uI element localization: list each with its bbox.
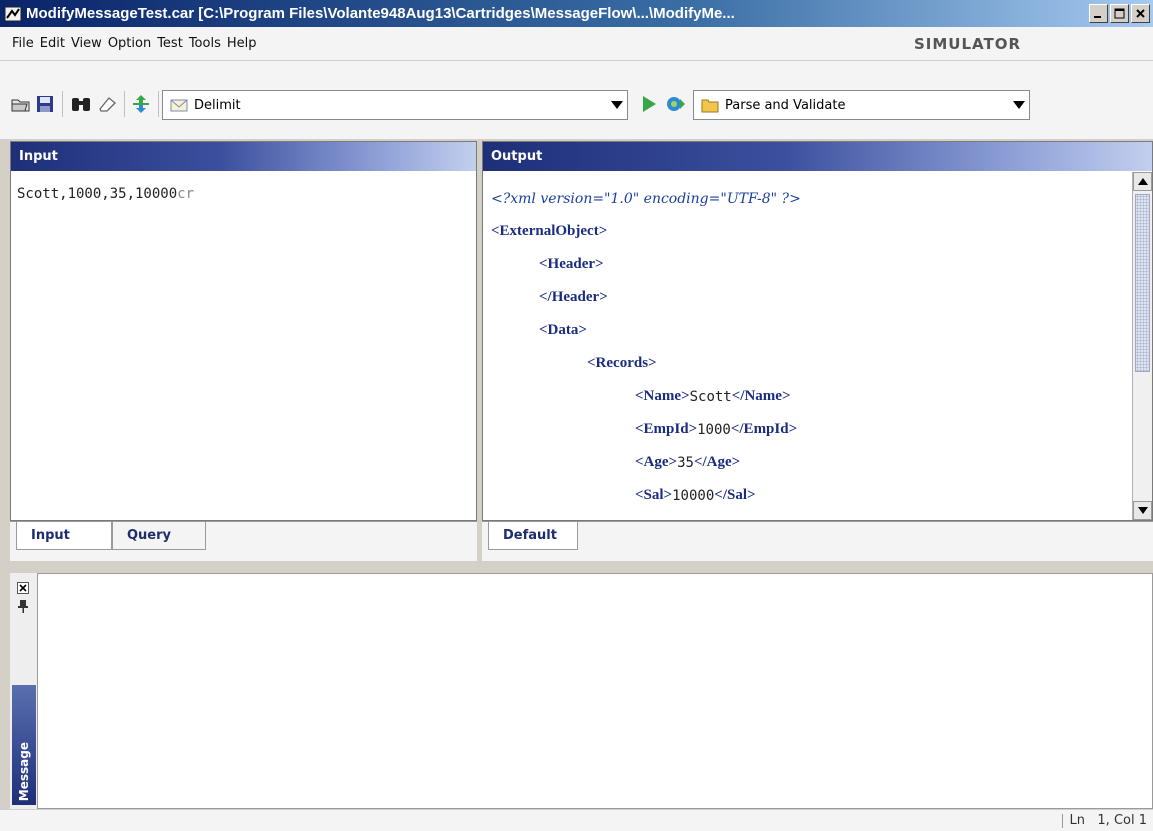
message-tab-label: Message <box>17 741 31 801</box>
output-text-area[interactable]: <?xml version="1.0" encoding="UTF-8" ?> <… <box>483 172 1152 520</box>
tab-default-label: Default <box>503 528 557 543</box>
output-panel-header: Output <box>483 142 1152 171</box>
maximize-icon <box>1114 8 1125 19</box>
menu-option[interactable]: Option <box>108 36 151 51</box>
minimize-button[interactable] <box>1089 4 1108 23</box>
tab-query-label: Query <box>127 528 172 543</box>
window-title: ModifyMessageTest.car [C:\Program Files\… <box>26 5 735 22</box>
chevron-down-icon[interactable] <box>607 101 627 109</box>
save-icon[interactable] <box>34 93 56 115</box>
tab-query[interactable]: Query <box>112 522 206 550</box>
run-icon[interactable] <box>638 93 660 115</box>
xml-open-tag: <EmpId> <box>635 421 698 437</box>
xml-line: <Header> <box>491 248 1126 281</box>
xml-open-tag: <Data> <box>539 322 587 338</box>
folder-icon <box>701 98 719 113</box>
xml-close-tag: </EmpId> <box>730 421 798 437</box>
chevron-down-icon[interactable] <box>1009 101 1029 109</box>
xml-line: <Data> <box>491 314 1126 347</box>
xml-line: <?xml version="1.0" encoding="UTF-8" ?> <box>491 182 1126 215</box>
xml-open-tag: <Sal> <box>635 487 673 503</box>
input-panel: Input Scott,1000,35,10000cr <box>10 141 477 521</box>
pin-icon[interactable] <box>16 599 30 613</box>
input-text-area[interactable]: Scott,1000,35,10000cr <box>11 172 476 216</box>
input-text: Scott,1000,35,10000 <box>17 186 178 202</box>
close-icon <box>1136 9 1145 18</box>
menu-tools[interactable]: Tools <box>189 36 221 51</box>
xml-declaration: <?xml version="1.0" encoding="UTF-8" ?> <box>491 190 801 207</box>
output-panel: Output <?xml version="1.0" encoding="UTF… <box>482 141 1153 521</box>
input-tabstrip: Input Query <box>10 521 477 561</box>
maximize-button[interactable] <box>1110 4 1129 23</box>
scroll-up-button[interactable] <box>1133 172 1152 191</box>
xml-close-tag: </Name> <box>731 388 791 404</box>
menu-help[interactable]: Help <box>227 36 257 51</box>
tab-default[interactable]: Default <box>488 522 578 550</box>
xml-open-tag: <Age> <box>635 454 678 470</box>
simulator-brand: SIMULATOR <box>913 35 1021 53</box>
arrow-up-icon <box>1137 178 1148 185</box>
xml-line: <EmpId> 1000 </EmpId> <box>491 413 1126 446</box>
close-icon[interactable] <box>16 581 30 595</box>
open-folder-icon[interactable] <box>10 93 32 115</box>
cursor-position: Ln 1, Col 1 <box>1069 813 1147 828</box>
message-tab[interactable]: Message <box>12 685 36 805</box>
xml-line: <Age> 35 </Age> <box>491 446 1126 479</box>
xml-open-tag: </Header> <box>539 289 608 305</box>
menu-bar: File Edit View Option Test Tools Help SI… <box>0 27 1153 61</box>
xml-line: <ExternalObject> <box>491 215 1126 248</box>
xml-text-value: 1000 <box>697 421 731 438</box>
xml-text-value: 35 <box>677 454 694 471</box>
format-combo[interactable]: Delimit <box>162 90 628 120</box>
binoculars-icon[interactable] <box>70 93 92 115</box>
title-bar: ModifyMessageTest.car [C:\Program Files\… <box>0 0 1153 27</box>
output-scrollbar[interactable] <box>1132 172 1152 520</box>
output-tabstrip: Default <box>482 521 1153 561</box>
xml-text-value: 10000 <box>672 487 715 504</box>
scroll-thumb[interactable] <box>1135 194 1150 372</box>
close-button[interactable] <box>1131 4 1150 23</box>
xml-close-tag: </Sal> <box>714 487 756 503</box>
xml-line: <Name> Scott </Name> <box>491 380 1126 413</box>
swap-arrows-icon[interactable] <box>130 93 152 115</box>
xml-line: <Sal> 10000 </Sal> <box>491 479 1126 512</box>
input-panel-header: Input <box>11 142 476 171</box>
xml-open-tag: <Header> <box>539 256 604 272</box>
toolbar: Delimit Parse and Validate <box>0 61 1153 140</box>
action-combo[interactable]: Parse and Validate <box>693 90 1030 120</box>
status-bar: Ln 1, Col 1 <box>0 809 1153 831</box>
scroll-down-button[interactable] <box>1133 501 1152 520</box>
xml-line: <Records> <box>491 347 1126 380</box>
action-combo-value: Parse and Validate <box>725 97 846 113</box>
menu-file[interactable]: File <box>12 36 34 51</box>
envelope-icon <box>170 97 188 113</box>
xml-close-tag: </Age> <box>693 454 741 470</box>
tab-input[interactable]: Input <box>16 522 112 550</box>
format-combo-value: Delimit <box>194 97 241 113</box>
minimize-icon <box>1094 16 1101 18</box>
eraser-icon[interactable] <box>96 93 118 115</box>
debug-gear-icon[interactable] <box>664 93 686 115</box>
message-sidebar: Message <box>10 573 38 809</box>
menu-edit[interactable]: Edit <box>40 36 65 51</box>
menu-test[interactable]: Test <box>157 36 183 51</box>
app-icon <box>4 5 22 23</box>
xml-line: </Header> <box>491 281 1126 314</box>
message-pane[interactable] <box>10 573 1153 809</box>
xml-output: <?xml version="1.0" encoding="UTF-8" ?> <… <box>491 182 1126 512</box>
xml-text-value: Scott <box>689 388 732 405</box>
xml-open-tag: <Records> <box>587 355 657 371</box>
xml-open-tag: <ExternalObject> <box>491 223 608 239</box>
xml-open-tag: <Name> <box>635 388 690 404</box>
eol-marker: cr <box>177 186 195 202</box>
arrow-down-icon <box>1137 507 1148 514</box>
tab-input-label: Input <box>31 528 70 543</box>
menu-view[interactable]: View <box>71 36 102 51</box>
